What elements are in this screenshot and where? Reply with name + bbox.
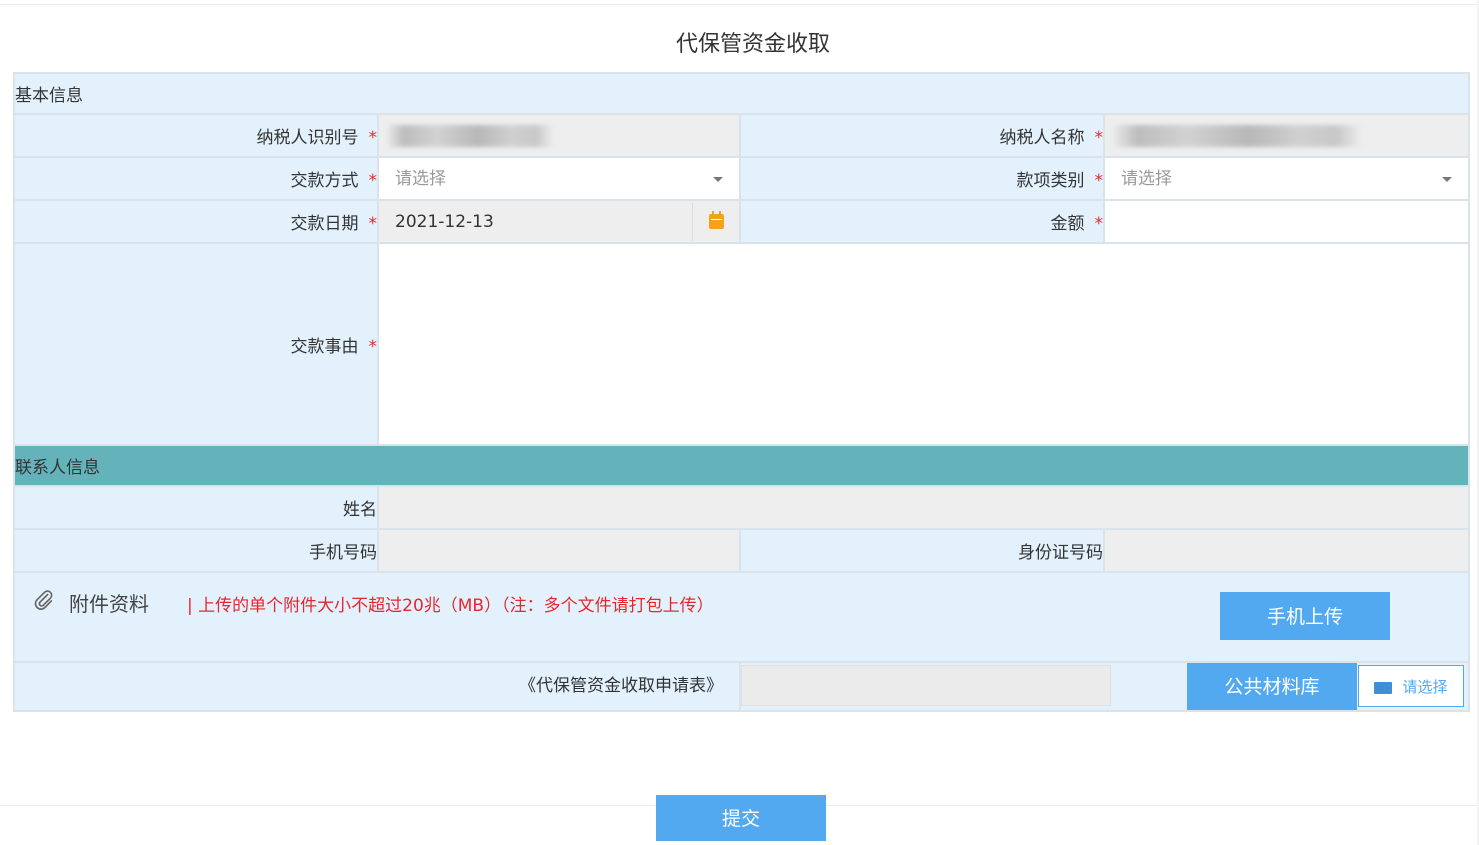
payment-date-value: 2021-12-13 — [395, 211, 494, 232]
amount-label-text: 金额 — [1050, 214, 1085, 234]
required-star: * — [368, 171, 378, 191]
fund-type-placeholder: 请选择 — [1121, 168, 1172, 189]
id-number-field[interactable] — [1103, 528, 1470, 573]
payment-method-label-text: 交款方式 — [290, 171, 359, 191]
amount-input[interactable] — [1103, 199, 1470, 244]
redacted-value — [1113, 124, 1361, 147]
row-taxpayer: 纳税人识别号 * 纳税人名称 * — [13, 113, 1470, 158]
public-library-button[interactable]: 公共材料库 — [1187, 663, 1357, 710]
contact-name-label: 姓名 — [13, 485, 379, 530]
required-star: * — [1094, 214, 1104, 234]
folder-open-icon — [1374, 682, 1393, 695]
section-contact-info: 联系人信息 — [13, 444, 1470, 487]
chevron-down-icon — [713, 176, 723, 182]
row-contact-phone-id: 手机号码 身份证号码 — [13, 528, 1470, 573]
required-star: * — [368, 128, 378, 148]
file-row: 《代保管资金收取申请表》 公共材料库 请选择 — [13, 661, 1470, 712]
taxpayer-id-label-text: 纳税人识别号 — [256, 128, 359, 148]
required-star: * — [368, 214, 378, 234]
payment-method-placeholder: 请选择 — [395, 168, 446, 189]
calendar-icon — [709, 210, 724, 229]
row-payment: 交款方式 * 请选择 款项类别 * 请选择 — [13, 156, 1470, 201]
required-star: * — [1094, 171, 1104, 191]
attachments-note: | 上传的单个附件大小不超过20兆（MB）（注：多个文件请打包上传） — [187, 596, 714, 616]
payment-method-label: 交款方式 * — [13, 156, 379, 201]
taxpayer-name-label: 纳税人名称 * — [739, 113, 1105, 158]
taxpayer-name-field — [1103, 113, 1470, 158]
row-reason: 交款事由 * — [13, 242, 1470, 446]
fund-type-label-text: 款项类别 — [1016, 171, 1085, 191]
taxpayer-id-field — [377, 113, 741, 158]
redacted-value — [387, 124, 553, 147]
top-divider — [0, 4, 1479, 5]
taxpayer-name-label-text: 纳税人名称 — [999, 128, 1085, 148]
reason-textarea[interactable] — [377, 242, 1470, 446]
file-label: 《代保管资金收取申请表》 — [519, 676, 723, 696]
phone-field[interactable] — [377, 528, 741, 573]
choose-file-label: 请选择 — [1402, 679, 1448, 696]
id-number-label: 身份证号码 — [739, 528, 1105, 573]
page-title: 代保管资金收取 — [675, 32, 830, 57]
reason-label: 交款事由 * — [13, 242, 379, 446]
payment-method-select[interactable]: 请选择 — [377, 156, 741, 201]
calendar-button[interactable] — [692, 202, 739, 241]
amount-label: 金额 * — [739, 199, 1105, 244]
attachments-header-row: 附件资料 | 上传的单个附件大小不超过20兆（MB）（注：多个文件请打包上传） … — [13, 571, 1470, 663]
fund-type-label: 款项类别 * — [739, 156, 1105, 201]
row-contact-name: 姓名 — [13, 485, 1470, 530]
section-title: 联系人信息 — [13, 444, 1470, 487]
file-upload-cell: 公共材料库 请选择 — [739, 661, 1470, 712]
chevron-down-icon — [1442, 176, 1452, 182]
phone-label: 手机号码 — [13, 528, 379, 573]
required-star: * — [1094, 128, 1104, 148]
payment-date-label-text: 交款日期 — [290, 214, 359, 234]
file-name-box — [741, 665, 1111, 706]
required-star: * — [368, 336, 378, 357]
row-date-amount: 交款日期 * 2021-12-13 金额 * — [13, 199, 1470, 244]
taxpayer-id-label: 纳税人识别号 * — [13, 113, 379, 158]
submit-button[interactable]: 提交 — [656, 795, 826, 841]
reason-label-text: 交款事由 — [290, 336, 359, 357]
file-label-cell: 《代保管资金收取申请表》 — [13, 661, 741, 712]
fund-type-select[interactable]: 请选择 — [1103, 156, 1470, 201]
section-title: 基本信息 — [13, 72, 1470, 115]
attachments-header: 附件资料 | 上传的单个附件大小不超过20兆（MB）（注：多个文件请打包上传） … — [13, 571, 1470, 663]
payment-date-field[interactable]: 2021-12-13 — [377, 199, 741, 244]
form-table: 基本信息 纳税人识别号 * 纳税人名称 * 交款方式 * 请选择 款项类别 * 请选择 — [13, 72, 1470, 712]
contact-name-field[interactable] — [377, 485, 1470, 530]
payment-date-label: 交款日期 * — [13, 199, 379, 244]
section-basic-info: 基本信息 — [13, 72, 1470, 115]
choose-file-button[interactable]: 请选择 — [1358, 665, 1464, 707]
mobile-upload-button[interactable]: 手机上传 — [1220, 592, 1390, 640]
